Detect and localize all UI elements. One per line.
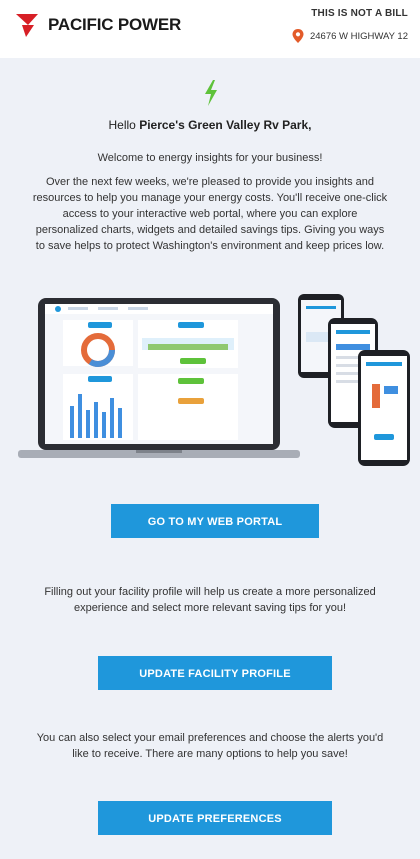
go-to-web-portal-button[interactable]: GO TO MY WEB PORTAL	[111, 504, 319, 538]
email-header: PACIFIC POWER THIS IS NOT A BILL 24676 W…	[0, 0, 420, 58]
address-text: 24676 W HIGHWAY 12	[309, 30, 408, 42]
pacific-power-logo-icon	[16, 14, 38, 37]
location-pin-icon	[292, 29, 304, 43]
laptop-illustration	[18, 298, 300, 458]
lightning-bolt-icon	[205, 80, 217, 106]
update-facility-profile-button[interactable]: UPDATE FACILITY PROFILE	[98, 656, 332, 690]
service-address: 24676 W HIGHWAY 12	[292, 29, 408, 43]
greeting: Hello Pierce's Green Valley Rv Park,	[0, 118, 420, 132]
phones-illustration	[298, 294, 410, 466]
preferences-text: You can also select your email preferenc…	[36, 732, 384, 760]
header-right: THIS IS NOT A BILL 24676 W HIGHWAY 12	[292, 8, 408, 43]
greeting-prefix: Hello	[108, 118, 140, 132]
brand-logo[interactable]: PACIFIC POWER	[16, 12, 181, 38]
welcome-text: Welcome to energy insights for your busi…	[97, 152, 323, 164]
brand-name: PACIFIC POWER	[48, 15, 182, 34]
update-preferences-button[interactable]: UPDATE PREFERENCES	[98, 801, 332, 835]
not-a-bill-notice: THIS IS NOT A BILL	[311, 8, 408, 19]
email-body: Hello Pierce's Green Valley Rv Park, Wel…	[0, 58, 420, 859]
customer-name: Pierce's Green Valley Rv Park,	[139, 118, 312, 132]
intro-paragraph: Over the next few weeks, we're pleased t…	[32, 176, 388, 252]
facility-profile-text: Filling out your facility profile will h…	[44, 586, 376, 614]
